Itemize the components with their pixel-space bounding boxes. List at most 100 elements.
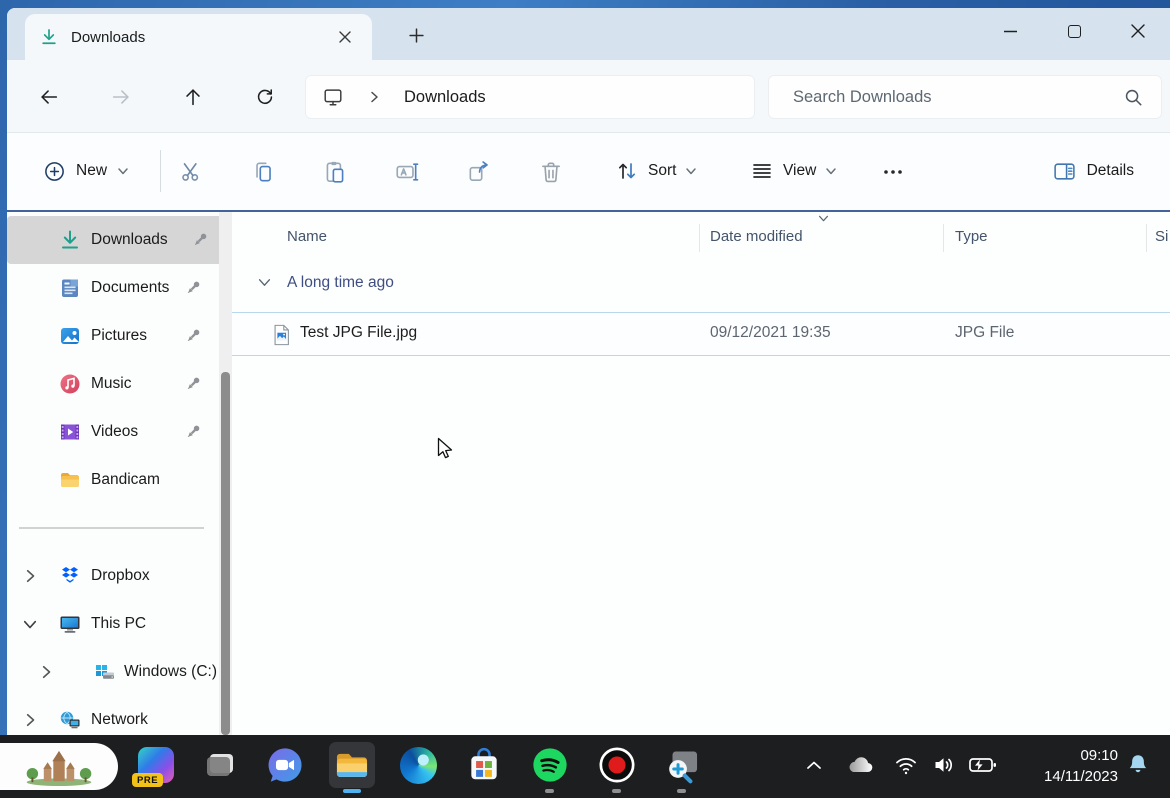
breadcrumb-downloads[interactable]: Downloads xyxy=(404,88,486,107)
share-button[interactable] xyxy=(457,150,501,194)
titlebar: Downloads xyxy=(7,8,1170,60)
maximize-button[interactable] xyxy=(1042,8,1106,54)
file-explorer-taskbar-button[interactable] xyxy=(329,742,375,788)
sidebar-item-documents[interactable]: Documents xyxy=(7,264,218,312)
this-pc-monitor-icon[interactable] xyxy=(322,86,344,108)
wifi-tray-button[interactable] xyxy=(890,745,922,785)
widgets-button[interactable] xyxy=(0,743,118,790)
delete-trash-icon xyxy=(542,162,560,183)
battery-charging-icon xyxy=(969,758,996,772)
view-button[interactable]: View xyxy=(740,151,847,191)
column-divider[interactable] xyxy=(943,224,944,252)
sidebar-item-videos[interactable]: Videos xyxy=(7,408,218,456)
file-row-test-jpg[interactable]: Test JPG File.jpg 09/12/2021 19:35 JPG F… xyxy=(232,312,1170,356)
desktop: Downloads Downloads Search Downloads New… xyxy=(0,0,1170,798)
chevron-down-icon xyxy=(826,168,837,175)
column-header-size[interactable]: Si xyxy=(1155,228,1168,245)
onedrive-tray-button[interactable] xyxy=(843,745,877,785)
paste-button[interactable] xyxy=(313,150,357,194)
column-divider[interactable] xyxy=(1146,224,1147,252)
dropbox-icon xyxy=(58,564,82,588)
recorder-button[interactable] xyxy=(597,745,637,785)
notification-center-button[interactable] xyxy=(1120,745,1156,785)
chevron-down-icon[interactable] xyxy=(23,617,37,631)
magnifier-app-button[interactable] xyxy=(662,745,702,785)
tab-title: Downloads xyxy=(71,28,146,46)
chevron-right-icon[interactable] xyxy=(23,713,37,727)
up-button[interactable] xyxy=(178,82,208,112)
copy-icon xyxy=(256,162,271,182)
battery-tray-button[interactable] xyxy=(964,745,1002,785)
edge-icon xyxy=(399,746,437,784)
taskbar-clock[interactable]: 09:10 14/11/2023 xyxy=(1044,745,1118,787)
edge-button[interactable] xyxy=(398,745,438,785)
sidebar-label: Music xyxy=(91,375,132,392)
refresh-button[interactable] xyxy=(250,82,280,112)
chevron-right-icon[interactable] xyxy=(23,569,37,583)
spotify-button[interactable] xyxy=(530,745,570,785)
breadcrumb-chevron-icon[interactable] xyxy=(368,91,380,103)
details-button[interactable]: Details xyxy=(1040,151,1146,191)
new-button[interactable]: New xyxy=(31,151,141,191)
paste-clipboard-icon xyxy=(326,161,344,183)
rename-button[interactable] xyxy=(385,150,429,194)
sidebar-item-windows-c[interactable]: Windows (C:) xyxy=(7,648,218,696)
scrollbar-thumb[interactable] xyxy=(221,372,230,735)
search-icon[interactable] xyxy=(1124,88,1143,107)
chevron-right-icon[interactable] xyxy=(39,665,53,679)
pictures-icon xyxy=(58,324,82,348)
chat-button[interactable] xyxy=(265,745,305,785)
copilot-button[interactable]: PRE xyxy=(132,745,176,787)
new-tab-button[interactable] xyxy=(401,20,431,50)
sidebar-item-network[interactable]: Network xyxy=(7,696,218,735)
documents-icon xyxy=(58,276,82,300)
sort-descending-icon xyxy=(818,215,829,222)
minimize-button[interactable] xyxy=(978,8,1042,54)
copilot-preview-badge: PRE xyxy=(132,773,164,787)
clock-date: 14/11/2023 xyxy=(1044,768,1118,785)
onedrive-cloud-icon xyxy=(849,757,873,773)
sidebar-item-pictures[interactable]: Pictures xyxy=(7,312,218,360)
sidebar-item-bandicam[interactable]: Bandicam xyxy=(7,456,218,504)
file-type: JPG File xyxy=(955,324,1015,341)
sort-button[interactable]: Sort xyxy=(605,151,707,191)
forward-button[interactable] xyxy=(106,82,136,112)
sidebar-item-this-pc[interactable]: This PC xyxy=(7,600,218,648)
back-button[interactable] xyxy=(34,82,64,112)
windows-drive-icon xyxy=(93,660,117,684)
sidebar-label: Documents xyxy=(91,279,170,296)
recorder-icon xyxy=(599,747,635,783)
column-divider[interactable] xyxy=(699,224,700,252)
cut-button[interactable] xyxy=(169,150,213,194)
copilot-icon: PRE xyxy=(132,747,174,787)
sidebar-item-music[interactable]: Music xyxy=(7,360,218,408)
address-bar[interactable]: Downloads xyxy=(305,75,755,119)
search-input[interactable] xyxy=(769,87,1124,107)
show-hidden-icons-button[interactable] xyxy=(800,745,828,785)
cut-scissors-icon xyxy=(182,163,199,181)
group-header-a-long-time-ago[interactable]: A long time ago xyxy=(232,266,1170,306)
close-button[interactable] xyxy=(1106,8,1170,54)
microsoft-store-button[interactable] xyxy=(464,745,504,785)
details-panel-icon xyxy=(1053,162,1075,180)
chevron-down-icon xyxy=(118,168,128,175)
column-header-name[interactable]: Name xyxy=(287,228,327,245)
copy-button[interactable] xyxy=(241,150,285,194)
sidebar-scrollbar[interactable] xyxy=(219,212,232,735)
sidebar-item-dropbox[interactable]: Dropbox xyxy=(7,552,218,600)
column-header-type[interactable]: Type xyxy=(955,228,988,245)
more-dots-icon xyxy=(884,170,902,174)
pin-icon xyxy=(182,373,204,395)
task-view-button[interactable] xyxy=(200,745,240,785)
network-icon xyxy=(58,708,82,732)
tab-close-icon[interactable] xyxy=(332,24,358,50)
volume-icon xyxy=(935,758,953,772)
explorer-tab-downloads[interactable]: Downloads xyxy=(25,14,372,60)
more-options-button[interactable] xyxy=(871,150,915,194)
delete-button[interactable] xyxy=(529,150,573,194)
maximize-icon xyxy=(1067,24,1081,38)
volume-tray-button[interactable] xyxy=(928,745,960,785)
group-collapse-icon[interactable] xyxy=(258,278,271,287)
column-header-date-modified[interactable]: Date modified xyxy=(710,228,803,245)
sidebar-item-downloads[interactable]: Downloads xyxy=(7,216,225,264)
